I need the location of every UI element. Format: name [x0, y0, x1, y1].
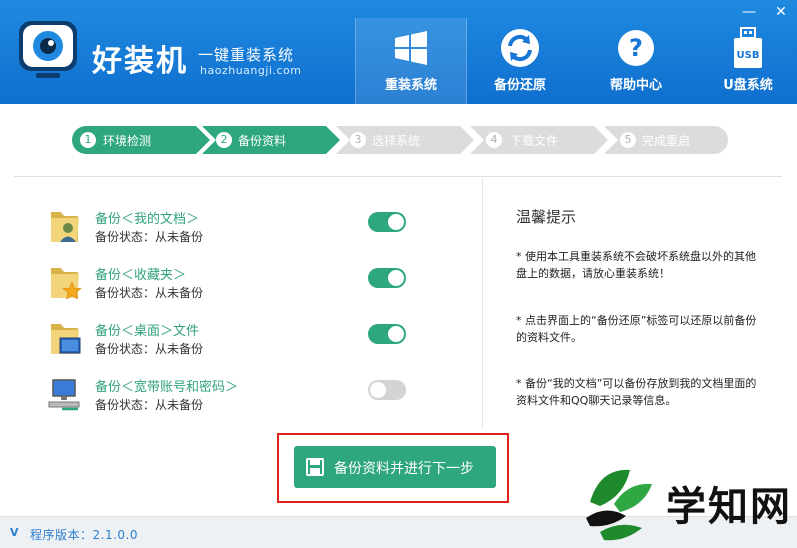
- step-1: 1 环境检测: [72, 126, 212, 154]
- favorites-folder-icon: [48, 264, 82, 300]
- app-logo: [16, 18, 82, 84]
- tip-text: * 使用本工具重装系统不会破坏系统盘以外的其他盘上的数据，请放心重装系统！: [516, 250, 756, 280]
- tips-title: 温馨提示: [516, 208, 577, 226]
- step-4: 4 下载文件: [470, 126, 610, 154]
- step-number: 2: [216, 132, 232, 148]
- watermark-leaf-icon: [586, 469, 652, 541]
- backup-item-favorites: 备份＜收藏夹＞ 备份状态：从未备份: [48, 264, 428, 304]
- toggle-knob: [388, 214, 404, 230]
- step-label: 下载文件: [510, 134, 559, 148]
- step-number: 5: [620, 132, 636, 148]
- backup-item-title: 备份＜我的文档＞: [95, 212, 200, 227]
- nav-label: 帮助中心: [609, 78, 662, 93]
- brand-domain: haozhuangji.com: [200, 64, 302, 77]
- documents-folder-icon: [48, 208, 82, 244]
- backup-item-status: 备份状态：从未备份: [95, 286, 204, 300]
- step-number: 1: [80, 132, 96, 148]
- usb-icon-text: USB: [737, 50, 760, 61]
- backup-toggle[interactable]: [368, 380, 406, 400]
- nav-usb-system[interactable]: USB U盘系统: [692, 18, 797, 104]
- watermark-text: 学知网: [666, 484, 792, 530]
- nav-reinstall-system[interactable]: 重装系统: [355, 18, 467, 104]
- toggle-knob: [388, 270, 404, 286]
- backup-item-status: 备份状态：从未备份: [95, 230, 204, 244]
- button-label: 备份资料并进行下一步: [334, 461, 474, 477]
- version-badge: V: [10, 526, 19, 539]
- help-icon: ?: [614, 26, 658, 70]
- backup-item-title: 备份＜桌面＞文件: [95, 324, 200, 339]
- backup-item-status: 备份状态：从未备份: [95, 398, 204, 412]
- backup-item-title: 备份＜宽带账号和密码＞: [95, 380, 239, 395]
- tip-text: * 备份“我的文档”可以备份存放到我的文档里面的资料文件和QQ聊天记录等信息。: [516, 377, 757, 407]
- tip-text: * 点击界面上的“备份还原”标签可以还原以前备份的资料文件。: [516, 314, 757, 344]
- backup-item-title: 备份＜收藏夹＞: [95, 268, 187, 283]
- backup-item-broadband: 备份＜宽带账号和密码＞ 备份状态：从未备份: [48, 376, 428, 416]
- save-icon: [306, 458, 324, 476]
- backup-item-status: 备份状态：从未备份: [95, 342, 204, 356]
- nav-label: U盘系统: [723, 78, 773, 93]
- minimize-button[interactable]: —: [738, 4, 760, 22]
- brand-name: 好装机: [92, 44, 188, 79]
- brand-slogan: 一键重装系统: [198, 46, 295, 64]
- usb-icon: USB: [726, 26, 770, 70]
- nav-backup-restore[interactable]: 备份还原: [464, 18, 576, 104]
- step-2: 2 备份资料: [202, 126, 342, 154]
- svg-text:?: ?: [629, 34, 643, 62]
- watermark: 学知网: [580, 462, 797, 548]
- step-label: 环境检测: [103, 134, 152, 148]
- step-number: 3: [350, 132, 366, 148]
- windows-icon: [389, 26, 433, 70]
- toggle-knob: [388, 326, 404, 342]
- toggle-knob: [370, 382, 386, 398]
- step-5: 5 完成重启: [604, 126, 728, 154]
- nav-label: 备份还原: [493, 78, 546, 93]
- step-number: 4: [486, 132, 502, 148]
- backup-item-documents: 备份＜我的文档＞ 备份状态：从未备份: [48, 208, 428, 248]
- step-label: 备份资料: [238, 134, 287, 148]
- backup-toggle[interactable]: [368, 268, 406, 288]
- divider: [14, 176, 782, 177]
- step-3: 3 选择系统: [336, 126, 476, 154]
- step-label: 选择系统: [372, 134, 421, 148]
- backup-toggle[interactable]: [368, 324, 406, 344]
- version-text: 程序版本：2.1.0.0: [30, 528, 138, 542]
- sync-icon: [498, 26, 542, 70]
- nav-help-center[interactable]: ? 帮助中心: [580, 18, 692, 104]
- backup-and-next-button[interactable]: 备份资料并进行下一步: [294, 446, 496, 488]
- close-button[interactable]: ✕: [770, 4, 792, 22]
- step-label: 完成重启: [642, 134, 691, 148]
- app-header: 好装机 一键重装系统 haozhuangji.com 重装系统 备份还原 ? 帮…: [0, 0, 797, 104]
- network-computer-icon: [48, 376, 82, 412]
- backup-toggle[interactable]: [368, 212, 406, 232]
- desktop-folder-icon: [48, 320, 82, 356]
- backup-item-desktop: 备份＜桌面＞文件 备份状态：从未备份: [48, 320, 428, 360]
- divider: [482, 178, 483, 428]
- nav-label: 重装系统: [384, 78, 437, 93]
